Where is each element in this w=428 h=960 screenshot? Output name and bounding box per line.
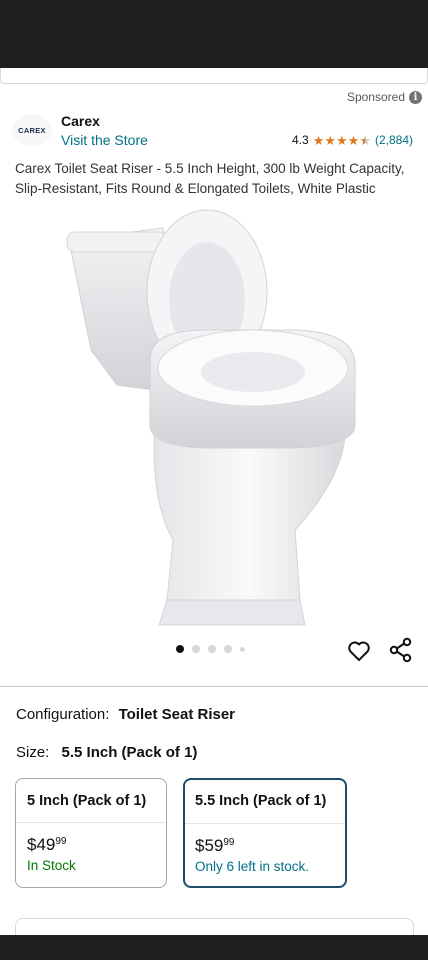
navigation-bar: [0, 935, 428, 960]
carousel-dot[interactable]: [240, 646, 245, 652]
option-price: $5999: [185, 824, 345, 856]
section-divider: [0, 686, 428, 687]
size-option-5-inch[interactable]: 5 Inch (Pack of 1) $4999 In Stock: [15, 778, 167, 888]
size-option-5-5-inch[interactable]: 5.5 Inch (Pack of 1) $5999 Only 6 left i…: [183, 778, 347, 888]
status-bar: [0, 0, 428, 68]
star-icon: ★: [312, 132, 325, 148]
share-icon[interactable]: [389, 637, 413, 663]
previous-card-edge: [0, 68, 428, 84]
half-star-icon: ★: [359, 132, 371, 148]
carousel-dot[interactable]: [208, 645, 216, 653]
price-cents: 99: [223, 837, 235, 848]
carousel-dot[interactable]: [176, 645, 184, 653]
rating-count: (2,884): [374, 133, 413, 147]
product-title[interactable]: Carex Toilet Seat Riser - 5.5 Inch Heigh…: [15, 159, 415, 199]
carousel-dot[interactable]: [192, 645, 200, 653]
heart-icon[interactable]: [347, 639, 371, 663]
configuration-label: Configuration:: [16, 706, 110, 723]
carousel-dot[interactable]: [224, 645, 232, 653]
rating-summary[interactable]: 4.3 ★ ★ ★ ★ ★ (2,884): [292, 133, 413, 147]
configuration-row: Configuration: Toilet Seat Riser: [16, 706, 235, 723]
rating-value: 4.3: [292, 133, 309, 147]
option-stock: In Stock: [27, 858, 76, 873]
brand-logo-text: CAREX: [18, 125, 46, 135]
visit-store-link[interactable]: Visit the Store: [61, 132, 148, 148]
info-icon[interactable]: i: [409, 90, 422, 104]
product-image[interactable]: [55, 200, 375, 630]
sponsored-label[interactable]: Sponsored i: [347, 90, 422, 104]
size-label: Size:: [16, 744, 50, 761]
carousel-dots[interactable]: [176, 645, 245, 653]
size-value: 5.5 Inch (Pack of 1): [61, 744, 198, 761]
configuration-value: Toilet Seat Riser: [118, 706, 236, 723]
price-dollars: $59: [195, 836, 224, 855]
option-price: $4999: [16, 823, 166, 855]
star-icon: ★: [324, 132, 336, 148]
price-dollars: $49: [27, 835, 56, 854]
option-title: 5 Inch (Pack of 1): [16, 779, 166, 823]
option-stock: Only 6 left in stock.: [195, 859, 310, 874]
star-icon: ★: [336, 132, 348, 148]
star-icon: ★: [347, 132, 360, 148]
brand-logo[interactable]: CAREX: [12, 114, 52, 146]
option-title: 5.5 Inch (Pack of 1): [185, 780, 345, 824]
sponsored-text: Sponsored: [346, 90, 405, 104]
size-row: Size: 5.5 Inch (Pack of 1): [16, 744, 197, 761]
price-cents: 99: [55, 836, 67, 847]
rating-stars: ★ ★ ★ ★ ★: [313, 134, 371, 147]
brand-name: Carex: [61, 113, 100, 129]
